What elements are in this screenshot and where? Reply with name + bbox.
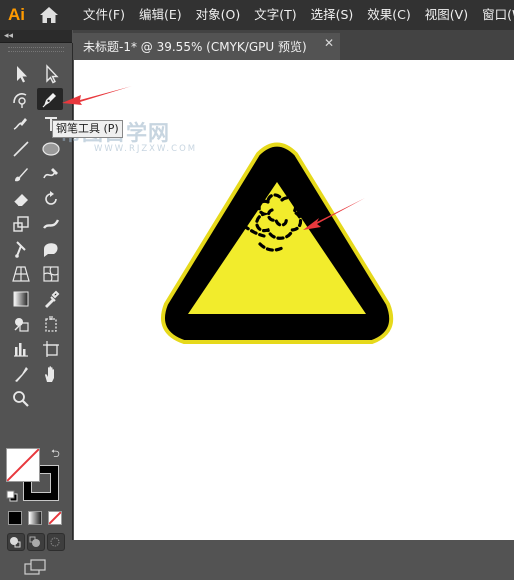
zoom-tool-icon[interactable] <box>8 388 34 410</box>
none-mode-slash-icon <box>49 512 61 524</box>
draw-normal-icon <box>10 537 21 548</box>
pen-tool-tooltip: 钢笔工具 (P) <box>52 120 123 138</box>
none-mode-button[interactable] <box>48 511 62 525</box>
menu-items: 文件(F) 编辑(E) 对象(O) 文字(T) 选择(S) 效果(C) 视图(V… <box>81 0 514 30</box>
document-tab-bar: 未标题-1* @ 39.55% (CMYK/GPU 预览) ✕ <box>73 30 514 60</box>
draw-normal-button[interactable] <box>7 533 25 551</box>
menu-edit[interactable]: 编辑(E) <box>132 0 189 30</box>
paintbrush-tool-icon[interactable] <box>8 163 34 185</box>
artboard-tool-icon[interactable] <box>38 338 64 360</box>
red-annotation-arrow-toolbar <box>62 86 132 105</box>
perspective-grid-tool-icon[interactable] <box>8 263 34 285</box>
selection-tool-icon[interactable] <box>8 63 34 85</box>
curvature-tool-icon[interactable] <box>8 88 34 110</box>
swap-fill-stroke-icon[interactable]: ⮌ <box>51 448 63 462</box>
color-mode-button[interactable] <box>8 511 22 525</box>
collapse-panel-icon[interactable]: ◂◂ <box>4 30 13 42</box>
artboard-canvas[interactable] <box>74 60 514 540</box>
menu-object[interactable]: 对象(O) <box>189 0 248 30</box>
eraser-tool-icon[interactable] <box>8 188 34 210</box>
default-fill-stroke-icon[interactable] <box>6 487 18 502</box>
toolbar-header: ◂◂ <box>0 30 72 43</box>
menu-select[interactable]: 选择(S) <box>304 0 361 30</box>
tools-panel: ⮌ <box>0 43 73 575</box>
hand-tool-icon[interactable] <box>38 363 64 385</box>
screen-mode-icon <box>24 559 46 575</box>
shape-builder-tool-icon[interactable] <box>8 313 34 335</box>
live-paint-bucket-tool-icon[interactable] <box>38 313 64 335</box>
none-slash-icon <box>7 449 39 481</box>
document-tab-title: 未标题-1* @ 39.55% (CMYK/GPU 预览) <box>83 40 307 54</box>
puppet-warp-tool-icon[interactable] <box>8 238 34 260</box>
fill-stroke-controls: ⮌ <box>6 448 62 504</box>
eyedropper-tool-icon[interactable] <box>38 288 64 310</box>
app-logo: Ai <box>8 5 25 24</box>
draw-inside-button[interactable] <box>47 533 65 551</box>
gradient-mode-button[interactable] <box>28 511 42 525</box>
draw-behind-button[interactable] <box>27 533 45 551</box>
home-icon[interactable] <box>39 5 59 25</box>
draw-behind-icon <box>29 536 40 547</box>
fill-color-swatch[interactable] <box>6 448 40 482</box>
menu-file[interactable]: 文件(F) <box>81 0 132 30</box>
line-segment-tool-icon[interactable] <box>8 138 34 160</box>
menu-window[interactable]: 窗口(W) <box>475 0 514 30</box>
column-graph-tool-icon[interactable] <box>8 338 34 360</box>
ellipse-tool-icon[interactable] <box>38 138 64 160</box>
rotate-tool-icon[interactable] <box>38 188 64 210</box>
slice-tool-icon[interactable] <box>8 363 34 385</box>
menu-effect[interactable]: 效果(C) <box>360 0 417 30</box>
menu-view[interactable]: 视图(V) <box>418 0 475 30</box>
warning-sign-artwork[interactable] <box>152 142 402 367</box>
shaper-tool-icon[interactable] <box>38 163 64 185</box>
gradient-tool-icon[interactable] <box>8 288 34 310</box>
menu-bar: Ai 文件(F) 编辑(E) 对象(O) 文字(T) 选择(S) 效果(C) 视… <box>0 0 514 30</box>
width-tool-icon[interactable] <box>38 213 64 235</box>
document-tab[interactable]: 未标题-1* @ 39.55% (CMYK/GPU 预览) <box>73 33 340 60</box>
scale-tool-icon[interactable] <box>8 213 34 235</box>
pencil-tool-icon[interactable] <box>8 113 34 135</box>
red-annotation-arrow-canvas <box>303 198 365 230</box>
mesh-tool-icon[interactable] <box>38 263 64 285</box>
close-tab-icon[interactable]: ✕ <box>324 36 334 50</box>
menu-type[interactable]: 文字(T) <box>247 0 303 30</box>
direct-selection-tool-icon[interactable] <box>38 63 64 85</box>
free-transform-tool-icon[interactable] <box>38 238 64 260</box>
draw-inside-icon <box>50 537 60 547</box>
screen-mode-button[interactable] <box>23 558 49 576</box>
toolbar-grip[interactable] <box>8 47 64 52</box>
